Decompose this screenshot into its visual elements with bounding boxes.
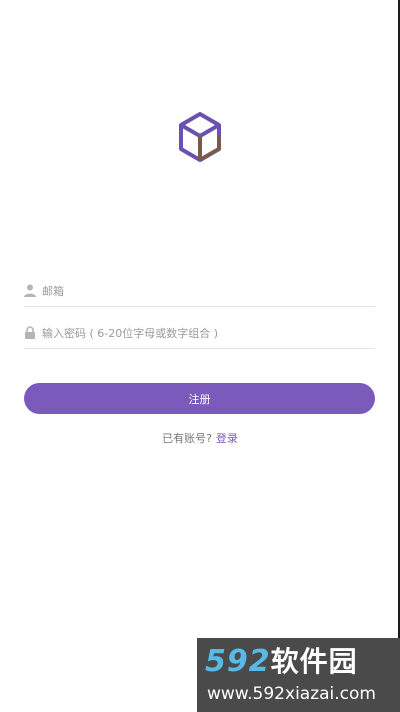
watermark: 592软件园 www.592xiazai.com	[197, 638, 400, 712]
watermark-logo-text: 软件园	[270, 645, 358, 678]
has-account-text: 已有账号?	[162, 432, 212, 445]
register-button[interactable]: 注册	[24, 383, 375, 414]
email-input[interactable]	[42, 280, 362, 302]
password-input[interactable]	[42, 322, 362, 344]
login-hint: 已有账号? 登录	[0, 430, 400, 446]
watermark-url: www.592xiazai.com	[207, 684, 376, 704]
hexagon-cube-icon	[179, 112, 221, 162]
watermark-logo: 592软件园	[205, 644, 358, 680]
password-field-row	[24, 318, 375, 349]
email-field-row	[24, 276, 375, 307]
login-link[interactable]: 登录	[216, 432, 238, 445]
person-icon	[24, 284, 36, 297]
watermark-logo-number: 592	[205, 644, 271, 679]
lock-icon	[25, 326, 35, 339]
